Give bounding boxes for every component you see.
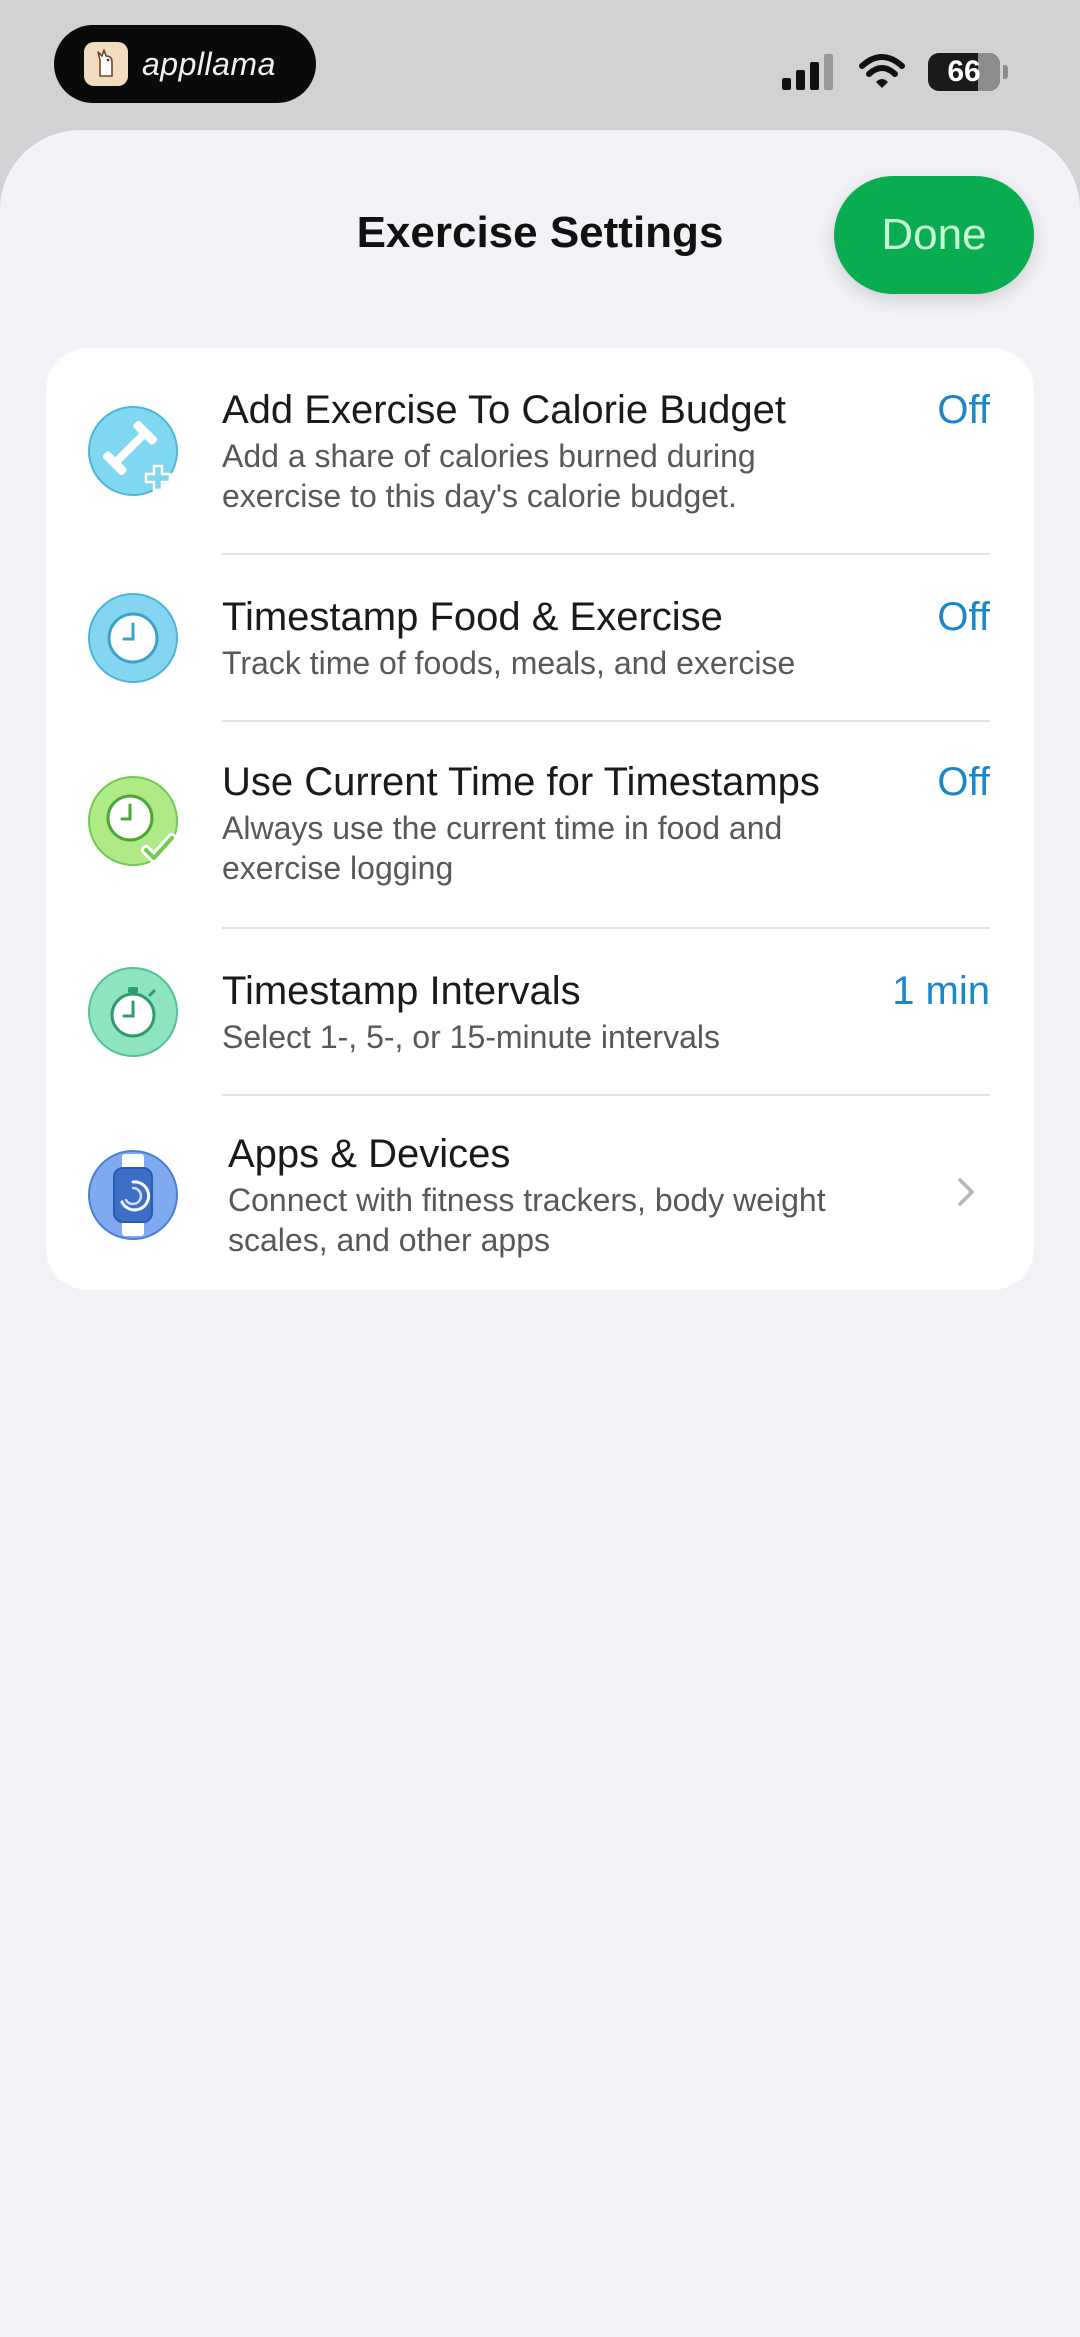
clock-icon	[88, 593, 178, 683]
dumbbell-plus-icon	[88, 406, 178, 496]
setting-row-add-exercise-to-calorie-budget[interactable]: Add Exercise To Calorie Budget Add a sha…	[46, 348, 1034, 554]
setting-subtitle: Connect with fitness trackers, body weig…	[228, 1182, 826, 1258]
stopwatch-icon	[88, 967, 178, 1057]
exercise-settings-sheet: Exercise Settings Done Add Exercise To C…	[0, 130, 1080, 2337]
setting-row-timestamp-intervals[interactable]: Timestamp Intervals Select 1-, 5-, or 15…	[46, 929, 1034, 1095]
setting-row-timestamp-food-exercise[interactable]: Timestamp Food & Exercise Track time of …	[46, 555, 1034, 721]
setting-subtitle: Select 1-, 5-, or 15-minute intervals	[222, 1019, 720, 1055]
clock-check-icon	[88, 776, 178, 866]
setting-subtitle: Add a share of calories burned during ex…	[222, 438, 756, 514]
setting-value-off[interactable]: Off	[937, 760, 990, 805]
battery-level: 66	[947, 55, 981, 88]
llama-logo-icon	[84, 42, 128, 86]
app-indicator-pill[interactable]: appllama	[54, 25, 316, 103]
smartwatch-icon	[88, 1150, 178, 1240]
setting-row-apps-devices[interactable]: Apps & Devices Connect with fitness trac…	[46, 1096, 1034, 1290]
app-name: appllama	[142, 45, 276, 82]
battery-icon: 66	[928, 53, 1008, 91]
wifi-icon	[859, 54, 905, 88]
status-bar: appllama 66	[0, 0, 1080, 130]
setting-title: Timestamp Food & Exercise	[222, 595, 723, 639]
setting-value-interval[interactable]: 1 min	[892, 969, 990, 1014]
chevron-right-icon	[956, 1176, 976, 1213]
setting-value-off[interactable]: Off	[937, 388, 990, 433]
setting-title: Timestamp Intervals	[222, 969, 581, 1013]
status-icons: 66	[780, 50, 1008, 94]
setting-subtitle: Track time of foods, meals, and exercise	[222, 645, 796, 681]
settings-card: Add Exercise To Calorie Budget Add a sha…	[46, 348, 1034, 1290]
setting-value-off[interactable]: Off	[937, 595, 990, 640]
setting-title: Apps & Devices	[228, 1132, 511, 1176]
cellular-signal-icon	[782, 54, 833, 90]
setting-title: Use Current Time for Timestamps	[222, 760, 820, 804]
setting-subtitle: Always use the current time in food and …	[222, 810, 783, 886]
done-button[interactable]: Done	[834, 176, 1034, 294]
setting-row-use-current-time[interactable]: Use Current Time for Timestamps Always u…	[46, 722, 1034, 928]
setting-title: Add Exercise To Calorie Budget	[222, 388, 787, 432]
